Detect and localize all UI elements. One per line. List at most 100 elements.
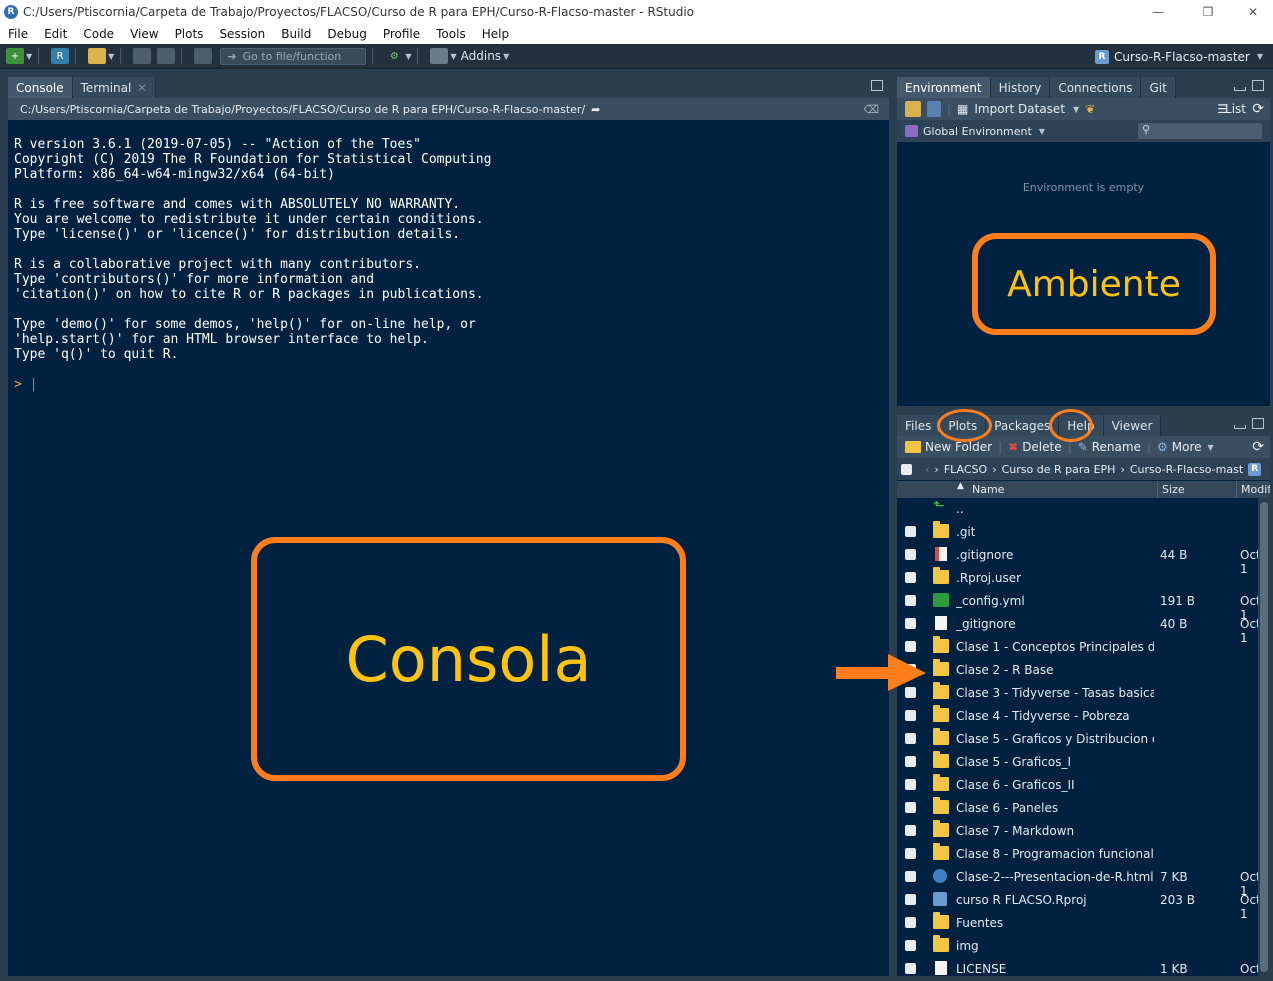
file-row[interactable]: .Rproj.user: [897, 567, 1252, 590]
tab-console[interactable]: Console: [8, 77, 73, 98]
file-name[interactable]: _config.yml: [956, 594, 1025, 608]
chevron-down-icon[interactable]: ▼: [1073, 105, 1079, 114]
files-scrollbar[interactable]: [1258, 498, 1270, 976]
tab-terminal[interactable]: Terminal ×: [72, 77, 156, 98]
broom-icon[interactable]: ❦: [1085, 102, 1095, 116]
environment-search-input[interactable]: ⚲: [1138, 123, 1262, 139]
select-all-checkbox[interactable]: [901, 463, 912, 475]
menu-tools[interactable]: Tools: [428, 27, 474, 41]
file-name[interactable]: .Rproj.user: [956, 571, 1021, 585]
file-name[interactable]: Clase 2 - R Base: [956, 663, 1053, 677]
close-icon[interactable]: ✕: [1230, 0, 1273, 23]
home-icon[interactable]: ‹: [925, 463, 929, 476]
chevron-down-icon[interactable]: ▼: [450, 52, 456, 61]
file-name[interactable]: Clase 3 - Tidyverse - Tasas basicas: [956, 686, 1154, 700]
file-row[interactable]: curso R FLACSO.Rproj 203 B Oct 1: [897, 889, 1261, 921]
file-row[interactable]: .gitignore 44 B Oct 1: [897, 544, 1261, 576]
menu-file[interactable]: File: [0, 27, 36, 41]
list-view-button[interactable]: List: [1225, 102, 1246, 116]
file-checkbox[interactable]: [905, 940, 916, 951]
file-checkbox[interactable]: [905, 618, 916, 629]
tab-connections[interactable]: Connections: [1050, 77, 1142, 98]
file-row[interactable]: Clase 6 - Paneles: [897, 797, 1252, 820]
restore-icon[interactable]: ❐: [1185, 0, 1231, 23]
breadcrumb-project[interactable]: Curso-R-Flacso-mast: [1130, 463, 1243, 476]
file-name[interactable]: curso R FLACSO.Rproj: [956, 893, 1087, 907]
maximize-icon[interactable]: [1252, 80, 1264, 91]
file-name[interactable]: Fuentes: [956, 916, 1003, 930]
file-name[interactable]: LICENSE: [956, 962, 1006, 976]
file-name[interactable]: Clase 5 - Graficos y Distribucion del...: [956, 732, 1154, 746]
file-row[interactable]: Fuentes: [897, 912, 1252, 935]
file-checkbox[interactable]: [905, 963, 916, 974]
file-name[interactable]: ..: [956, 502, 964, 516]
menu-profile[interactable]: Profile: [375, 27, 428, 41]
load-workspace-icon[interactable]: [905, 101, 921, 117]
file-name[interactable]: Clase 6 - Graficos_II: [956, 778, 1075, 792]
file-name[interactable]: Clase 8 - Programacion funcional: [956, 847, 1154, 861]
go-to-file-input[interactable]: ➜ Go to file/function: [220, 47, 367, 65]
file-checkbox[interactable]: [905, 572, 916, 583]
tab-git[interactable]: Git: [1141, 77, 1176, 98]
minimize-pane-icon[interactable]: [1234, 87, 1246, 91]
more-button[interactable]: More: [1172, 440, 1202, 454]
menu-plots[interactable]: Plots: [167, 27, 212, 41]
file-row[interactable]: Clase 3 - Tidyverse - Tasas basicas: [897, 682, 1252, 705]
chevron-down-icon[interactable]: ▼: [503, 52, 509, 61]
file-checkbox[interactable]: [905, 825, 916, 836]
file-row[interactable]: _gitignore 40 B Oct 1: [897, 613, 1261, 645]
file-name[interactable]: Clase 6 - Paneles: [956, 801, 1058, 815]
close-icon[interactable]: ×: [137, 81, 146, 94]
refresh-icon[interactable]: ⟳: [1252, 101, 1264, 117]
file-checkbox[interactable]: [905, 802, 916, 813]
file-checkbox[interactable]: [905, 710, 916, 721]
console-prompt[interactable]: > |: [14, 377, 37, 392]
print-icon[interactable]: [194, 48, 213, 64]
file-checkbox[interactable]: [905, 733, 916, 744]
file-row[interactable]: Clase 5 - Graficos y Distribucion del...: [897, 728, 1252, 751]
file-row[interactable]: LICENSE1 KBOct 1: [897, 958, 1261, 976]
rename-button[interactable]: Rename: [1092, 440, 1141, 454]
file-name[interactable]: Clase 5 - Graficos_I: [956, 755, 1071, 769]
tab-environment[interactable]: Environment: [897, 77, 991, 98]
file-checkbox[interactable]: [905, 549, 916, 560]
project-menu[interactable]: R Curso-R-Flacso-master ▼: [1094, 44, 1263, 69]
git-icon[interactable]: ⚙: [385, 48, 403, 64]
file-row[interactable]: _config.yml 191 B Oct 1: [897, 590, 1261, 622]
file-checkbox[interactable]: [905, 641, 916, 652]
file-row[interactable]: Clase 5 - Graficos_I: [897, 751, 1252, 774]
menu-debug[interactable]: Debug: [319, 27, 374, 41]
file-name[interactable]: img: [956, 939, 979, 953]
file-checkbox[interactable]: [905, 756, 916, 767]
file-name[interactable]: .gitignore: [956, 548, 1013, 562]
new-project-icon[interactable]: R: [51, 48, 70, 64]
column-size[interactable]: Size: [1157, 481, 1185, 498]
file-row[interactable]: .git: [897, 521, 1252, 544]
new-file-icon[interactable]: +: [6, 48, 24, 64]
file-checkbox[interactable]: [905, 526, 916, 537]
file-checkbox[interactable]: [905, 848, 916, 859]
column-modified[interactable]: Modif: [1236, 481, 1270, 498]
save-icon[interactable]: [133, 48, 152, 64]
file-row[interactable]: ⬑..: [897, 498, 1252, 521]
chevron-down-icon[interactable]: ▼: [1208, 443, 1214, 452]
file-checkbox[interactable]: [905, 779, 916, 790]
file-name[interactable]: Clase 1 - Conceptos Principales de ...: [956, 640, 1154, 654]
file-name[interactable]: Clase-2---Presentacion-de-R.html: [956, 870, 1154, 884]
save-all-icon[interactable]: [157, 48, 176, 64]
file-row[interactable]: Clase 2 - R Base: [897, 659, 1252, 682]
tab-history[interactable]: History: [990, 77, 1051, 98]
breadcrumb-curso[interactable]: Curso de R para EPH: [1002, 463, 1116, 476]
chevron-down-icon[interactable]: ▼: [108, 52, 114, 61]
file-checkbox[interactable]: [905, 917, 916, 928]
menu-build[interactable]: Build: [273, 27, 319, 41]
menu-help[interactable]: Help: [474, 27, 517, 41]
menu-view[interactable]: View: [122, 27, 166, 41]
chevron-down-icon[interactable]: ▼: [405, 52, 411, 61]
save-workspace-icon[interactable]: [927, 101, 941, 117]
maximize-icon[interactable]: [1252, 418, 1264, 429]
file-name[interactable]: Clase 4 - Tidyverse - Pobreza: [956, 709, 1130, 723]
file-row[interactable]: Clase-2---Presentacion-de-R.html 7 KB Oct …: [897, 866, 1261, 898]
file-name[interactable]: Clase 7 - Markdown: [956, 824, 1074, 838]
refresh-icon[interactable]: ⟳: [1252, 439, 1264, 455]
